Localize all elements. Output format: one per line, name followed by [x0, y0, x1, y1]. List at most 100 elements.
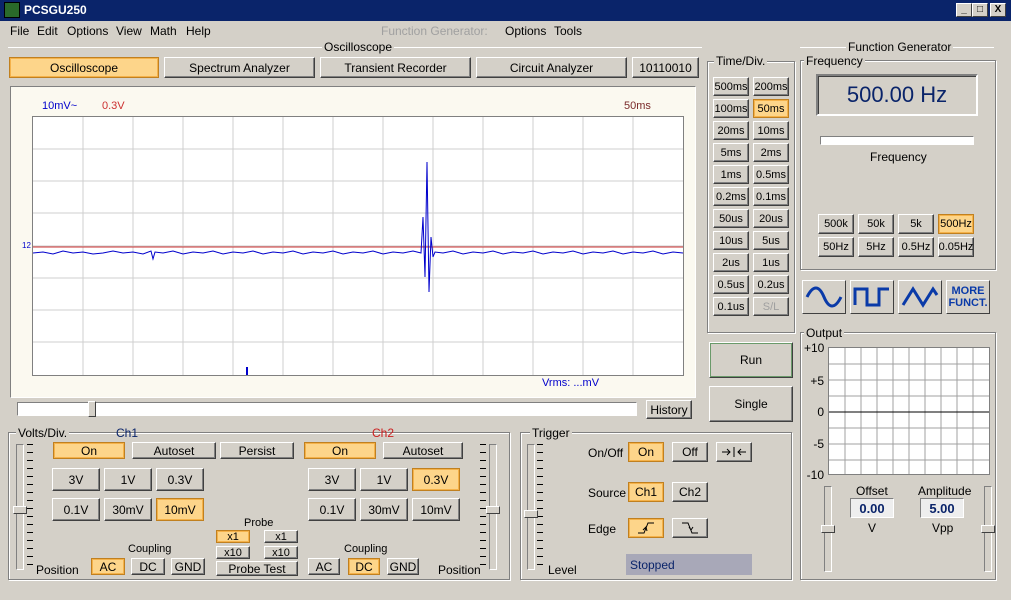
probe-test-button[interactable]: Probe Test — [216, 561, 298, 576]
freq-range-500Hz-button[interactable]: 500Hz — [938, 214, 974, 234]
freq-range-5k-button[interactable]: 5k — [898, 214, 934, 234]
tab-transient-recorder[interactable]: Transient Recorder — [320, 57, 471, 78]
timediv-5us-button[interactable]: 5us — [753, 231, 789, 250]
timediv-50us-button[interactable]: 50us — [713, 209, 749, 228]
offset-slider-thumb[interactable] — [821, 525, 835, 533]
ch2-volts-0p1V-button[interactable]: 0.1V — [308, 498, 356, 521]
timediv-10ms-button[interactable]: 10ms — [753, 121, 789, 140]
trigger-center-button[interactable] — [716, 442, 752, 462]
fg-menu-options[interactable]: Options — [505, 24, 546, 38]
ch1-volts-30mV-button[interactable]: 30mV — [104, 498, 152, 521]
timediv-500ms-button[interactable]: 500ms — [713, 77, 749, 96]
ch2-volts-10mV-button[interactable]: 10mV — [412, 498, 460, 521]
ch1-autoset-button[interactable]: Autoset — [132, 442, 216, 459]
timediv-20ms-button[interactable]: 20ms — [713, 121, 749, 140]
ch2-coupling-gnd[interactable]: GND — [387, 558, 419, 575]
rising-edge-button[interactable] — [628, 518, 664, 538]
freq-range-50k-button[interactable]: 50k — [858, 214, 894, 234]
sine-wave-button[interactable] — [802, 280, 846, 314]
timediv-50ms-button[interactable]: 50ms — [753, 99, 789, 118]
triangle-wave-button[interactable] — [898, 280, 942, 314]
trigger-level-slider[interactable] — [527, 444, 535, 570]
ch1-volts-10mV-button[interactable]: 10mV — [156, 498, 204, 521]
freq-range-0p5Hz-button[interactable]: 0.5Hz — [898, 237, 934, 257]
ch2-volts-3V-button[interactable]: 3V — [308, 468, 356, 491]
ch1-coupling-ac[interactable]: AC — [91, 558, 125, 575]
timediv-100ms-button[interactable]: 100ms — [713, 99, 749, 118]
menu-math[interactable]: Math — [150, 24, 177, 38]
title-bar: PCSGU250 _ □ X — [0, 0, 1011, 21]
ch2-probe-x10[interactable]: x10 — [264, 546, 298, 559]
persist-button[interactable]: Persist — [220, 442, 294, 459]
close-button[interactable]: X — [990, 3, 1006, 17]
ch2-coupling-dc[interactable]: DC — [348, 558, 380, 575]
ch2-volts-30mV-button[interactable]: 30mV — [360, 498, 408, 521]
maximize-button[interactable]: □ — [972, 3, 988, 17]
timediv-0p2ms-button[interactable]: 0.2ms — [713, 187, 749, 206]
freq-range-5Hz-button[interactable]: 5Hz — [858, 237, 894, 257]
timediv-5ms-button[interactable]: 5ms — [713, 143, 749, 162]
ch2-coupling-ac[interactable]: AC — [308, 558, 340, 575]
timediv-2ms-button[interactable]: 2ms — [753, 143, 789, 162]
ch2-autoset-button[interactable]: Autoset — [383, 442, 463, 459]
frequency-slider[interactable] — [820, 136, 974, 145]
ch1-position-thumb[interactable] — [13, 506, 27, 514]
ch2-volts-1V-button[interactable]: 1V — [360, 468, 408, 491]
ch2-volts-0p3V-button[interactable]: 0.3V — [412, 468, 460, 491]
freq-range-50Hz-button[interactable]: 50Hz — [818, 237, 854, 257]
ch1-probe-x1[interactable]: x1 — [216, 530, 250, 543]
timediv-20us-button[interactable]: 20us — [753, 209, 789, 228]
menu-edit[interactable]: Edit — [37, 24, 58, 38]
timediv-0p1ms-button[interactable]: 0.1ms — [753, 187, 789, 206]
ch1-coupling-gnd[interactable]: GND — [171, 558, 205, 575]
trigger-source-ch2[interactable]: Ch2 — [672, 482, 708, 502]
ch1-position-ticks — [27, 444, 33, 570]
ch1-volts-0p3V-button[interactable]: 0.3V — [156, 468, 204, 491]
tab-spectrum-analyzer[interactable]: Spectrum Analyzer — [164, 57, 315, 78]
menu-help[interactable]: Help — [186, 24, 211, 38]
timediv-10us-button[interactable]: 10us — [713, 231, 749, 250]
falling-edge-button[interactable] — [672, 518, 708, 538]
ch1-coupling-dc[interactable]: DC — [131, 558, 165, 575]
tab-oscilloscope[interactable]: Oscilloscope — [9, 57, 159, 78]
code-button[interactable]: 10110010 — [632, 57, 699, 78]
timediv-0p5us-button[interactable]: 0.5us — [713, 275, 749, 294]
timediv-0p5ms-button[interactable]: 0.5ms — [753, 165, 789, 184]
ch1-volts-1V-button[interactable]: 1V — [104, 468, 152, 491]
ch1-probe-x10[interactable]: x10 — [216, 546, 250, 559]
fg-menu-tools[interactable]: Tools — [554, 24, 582, 38]
amplitude-slider-thumb[interactable] — [981, 525, 995, 533]
timediv-1us-button[interactable]: 1us — [753, 253, 789, 272]
timediv-0p2us-button[interactable]: 0.2us — [753, 275, 789, 294]
menu-file[interactable]: File — [10, 24, 29, 38]
scope-position-thumb[interactable] — [88, 401, 96, 417]
ch1-volts-3V-button[interactable]: 3V — [52, 468, 100, 491]
run-button[interactable]: Run — [709, 342, 793, 378]
timediv-2us-button[interactable]: 2us — [713, 253, 749, 272]
scope-position-slider[interactable] — [17, 402, 637, 416]
square-wave-button[interactable] — [850, 280, 894, 314]
tab-circuit-analyzer[interactable]: Circuit Analyzer — [476, 57, 627, 78]
offset-value[interactable]: 0.00 — [850, 498, 894, 518]
more-functions-button[interactable]: MORE FUNCT. — [946, 280, 990, 314]
freq-range-0p05Hz-button[interactable]: 0.05Hz — [938, 237, 974, 257]
minimize-button[interactable]: _ — [956, 3, 972, 17]
menu-view[interactable]: View — [116, 24, 142, 38]
ch2-probe-x1[interactable]: x1 — [264, 530, 298, 543]
trigger-off-button[interactable]: Off — [672, 442, 708, 462]
timediv-0p1us-button[interactable]: 0.1us — [713, 297, 749, 316]
ch1-on-button[interactable]: On — [53, 442, 125, 459]
ch2-position-thumb[interactable] — [486, 506, 500, 514]
timediv-200ms-button[interactable]: 200ms — [753, 77, 789, 96]
single-button[interactable]: Single — [709, 386, 793, 422]
trigger-on-button[interactable]: On — [628, 442, 664, 462]
menu-options[interactable]: Options — [67, 24, 108, 38]
ch1-volts-0p1V-button[interactable]: 0.1V — [52, 498, 100, 521]
trigger-source-ch1[interactable]: Ch1 — [628, 482, 664, 502]
trigger-level-thumb[interactable] — [524, 510, 538, 518]
ch2-on-button[interactable]: On — [304, 442, 376, 459]
history-button[interactable]: History — [646, 400, 692, 419]
timediv-1ms-button[interactable]: 1ms — [713, 165, 749, 184]
amplitude-value[interactable]: 5.00 — [920, 498, 964, 518]
freq-range-500k-button[interactable]: 500k — [818, 214, 854, 234]
